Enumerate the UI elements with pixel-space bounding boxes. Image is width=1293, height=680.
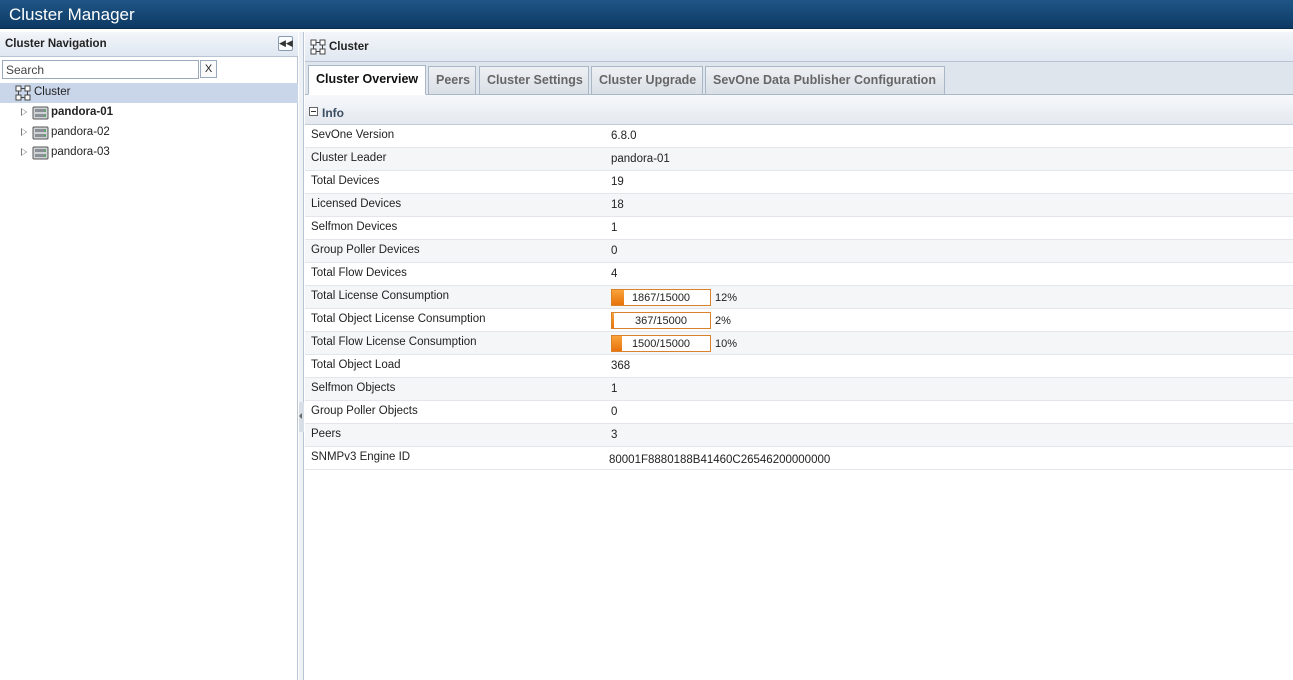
- tree-item-label: Cluster: [34, 86, 71, 98]
- app-title: Cluster Manager: [9, 5, 135, 24]
- progress-text: 367/15000: [635, 315, 687, 327]
- table-row: SevOne Version 6.8.0: [305, 125, 1293, 148]
- progress-text: 1500/15000: [631, 338, 691, 350]
- table-row: Group Poller Objects 0: [305, 401, 1293, 424]
- info-section-header[interactable]: Info: [305, 95, 1293, 125]
- row-label: Group Poller Objects: [311, 405, 418, 417]
- tab-data-publisher-configuration[interactable]: SevOne Data Publisher Configuration: [705, 66, 945, 94]
- row-value: 3: [611, 429, 618, 441]
- row-value: 18: [611, 199, 624, 211]
- row-value: 0: [611, 406, 618, 418]
- expand-arrow-icon[interactable]: [21, 128, 27, 136]
- table-row: Licensed Devices 18: [305, 194, 1293, 217]
- detail-title: Cluster: [329, 41, 369, 53]
- table-row: Selfmon Objects 1: [305, 378, 1293, 401]
- table-row: Total License Consumption 1867/15000 12%: [305, 286, 1293, 309]
- title-bar: Cluster Manager: [0, 0, 1293, 29]
- table-row: Peers 3: [305, 424, 1293, 447]
- object-license-consumption-progress-bar: 367/15000: [611, 312, 711, 329]
- row-value: 1: [611, 222, 618, 234]
- cluster-detail-panel: Cluster Cluster Overview Peers Cluster S…: [305, 32, 1293, 680]
- tree-item-pandora-03[interactable]: pandora-03: [0, 143, 298, 163]
- tab-cluster-settings[interactable]: Cluster Settings: [479, 66, 589, 94]
- row-value: 4: [611, 268, 618, 280]
- row-value: 6.8.0: [611, 130, 637, 142]
- tab-peers[interactable]: Peers: [428, 66, 476, 94]
- collapse-panel-button[interactable]: ◀◀: [278, 36, 293, 51]
- table-row: Total Object License Consumption 367/150…: [305, 309, 1293, 332]
- row-label: Total License Consumption: [311, 290, 450, 302]
- table-row: Total Devices 19: [305, 171, 1293, 194]
- search-input[interactable]: [2, 60, 199, 79]
- tab-cluster-overview[interactable]: Cluster Overview: [308, 65, 426, 95]
- detail-header: Cluster: [305, 32, 1293, 62]
- collapse-section-icon[interactable]: [309, 107, 318, 116]
- expand-arrow-icon[interactable]: [21, 108, 27, 116]
- server-icon: [32, 106, 49, 120]
- info-table: SevOne Version 6.8.0 Cluster Leader pand…: [305, 125, 1293, 470]
- flow-license-consumption-progress-bar: 1500/15000: [611, 335, 711, 352]
- row-label: Licensed Devices: [311, 198, 402, 210]
- navigation-header: Cluster Navigation ◀◀: [0, 32, 298, 57]
- table-row: Total Flow Devices 4: [305, 263, 1293, 286]
- table-row: Selfmon Devices 1: [305, 217, 1293, 240]
- row-value: 19: [611, 176, 624, 188]
- row-label: Total Devices: [311, 175, 380, 187]
- cluster-navigation-panel: Cluster Navigation ◀◀ X Cluster: [0, 32, 298, 680]
- row-label: Total Object Load: [311, 359, 401, 371]
- table-row: Cluster Leader pandora-01: [305, 148, 1293, 171]
- tree-item-label: pandora-03: [51, 146, 110, 158]
- row-label: Total Object License Consumption: [311, 313, 486, 325]
- server-icon: [32, 146, 49, 160]
- table-row: Total Object Load 368: [305, 355, 1293, 378]
- tab-bar: Cluster Overview Peers Cluster Settings …: [305, 62, 1293, 95]
- progress-text: 1867/15000: [631, 292, 691, 304]
- info-section-title: Info: [322, 106, 344, 120]
- progress-percent: 2%: [715, 315, 731, 327]
- row-label: Selfmon Objects: [311, 382, 396, 394]
- row-label: Total Flow Devices: [311, 267, 407, 279]
- row-value: 368: [611, 360, 631, 372]
- tree-item-pandora-01[interactable]: pandora-01: [0, 103, 298, 123]
- row-label: Selfmon Devices: [311, 221, 398, 233]
- cluster-tree: Cluster pandora-01 pandora-02 pandora-03: [0, 83, 298, 163]
- row-value: 80001F8880188B41460C26546200000000: [609, 454, 831, 466]
- panel-splitter[interactable]: [299, 32, 304, 680]
- double-chevron-left-icon: ◀◀: [279, 38, 293, 48]
- tree-item-label: pandora-01: [51, 106, 113, 118]
- table-row: Group Poller Devices 0: [305, 240, 1293, 263]
- row-label: SevOne Version: [311, 129, 395, 141]
- splitter-collapse-handle[interactable]: [299, 402, 304, 432]
- row-label: Group Poller Devices: [311, 244, 420, 256]
- clear-search-button[interactable]: X: [200, 60, 217, 78]
- row-value: 1: [611, 383, 618, 395]
- tab-cluster-upgrade[interactable]: Cluster Upgrade: [591, 66, 703, 94]
- cluster-icon: [310, 39, 326, 55]
- tree-item-cluster[interactable]: Cluster: [0, 83, 298, 103]
- progress-percent: 10%: [715, 338, 738, 350]
- row-label: Total Flow License Consumption: [311, 336, 477, 348]
- expand-arrow-icon[interactable]: [21, 148, 27, 156]
- row-label: Peers: [311, 428, 342, 440]
- tree-item-label: pandora-02: [51, 126, 110, 138]
- navigation-title: Cluster Navigation: [5, 38, 107, 50]
- row-value: 0: [611, 245, 618, 257]
- tree-item-pandora-02[interactable]: pandora-02: [0, 123, 298, 143]
- license-consumption-progress-bar: 1867/15000: [611, 289, 711, 306]
- row-label: Cluster Leader: [311, 152, 387, 164]
- table-row: Total Flow License Consumption 1500/1500…: [305, 332, 1293, 355]
- cluster-icon: [15, 85, 31, 101]
- row-value: pandora-01: [611, 153, 670, 165]
- row-label: SNMPv3 Engine ID: [311, 451, 411, 463]
- progress-percent: 12%: [715, 292, 738, 304]
- table-row: SNMPv3 Engine ID 80001F8880188B41460C265…: [305, 447, 1293, 470]
- server-icon: [32, 126, 49, 140]
